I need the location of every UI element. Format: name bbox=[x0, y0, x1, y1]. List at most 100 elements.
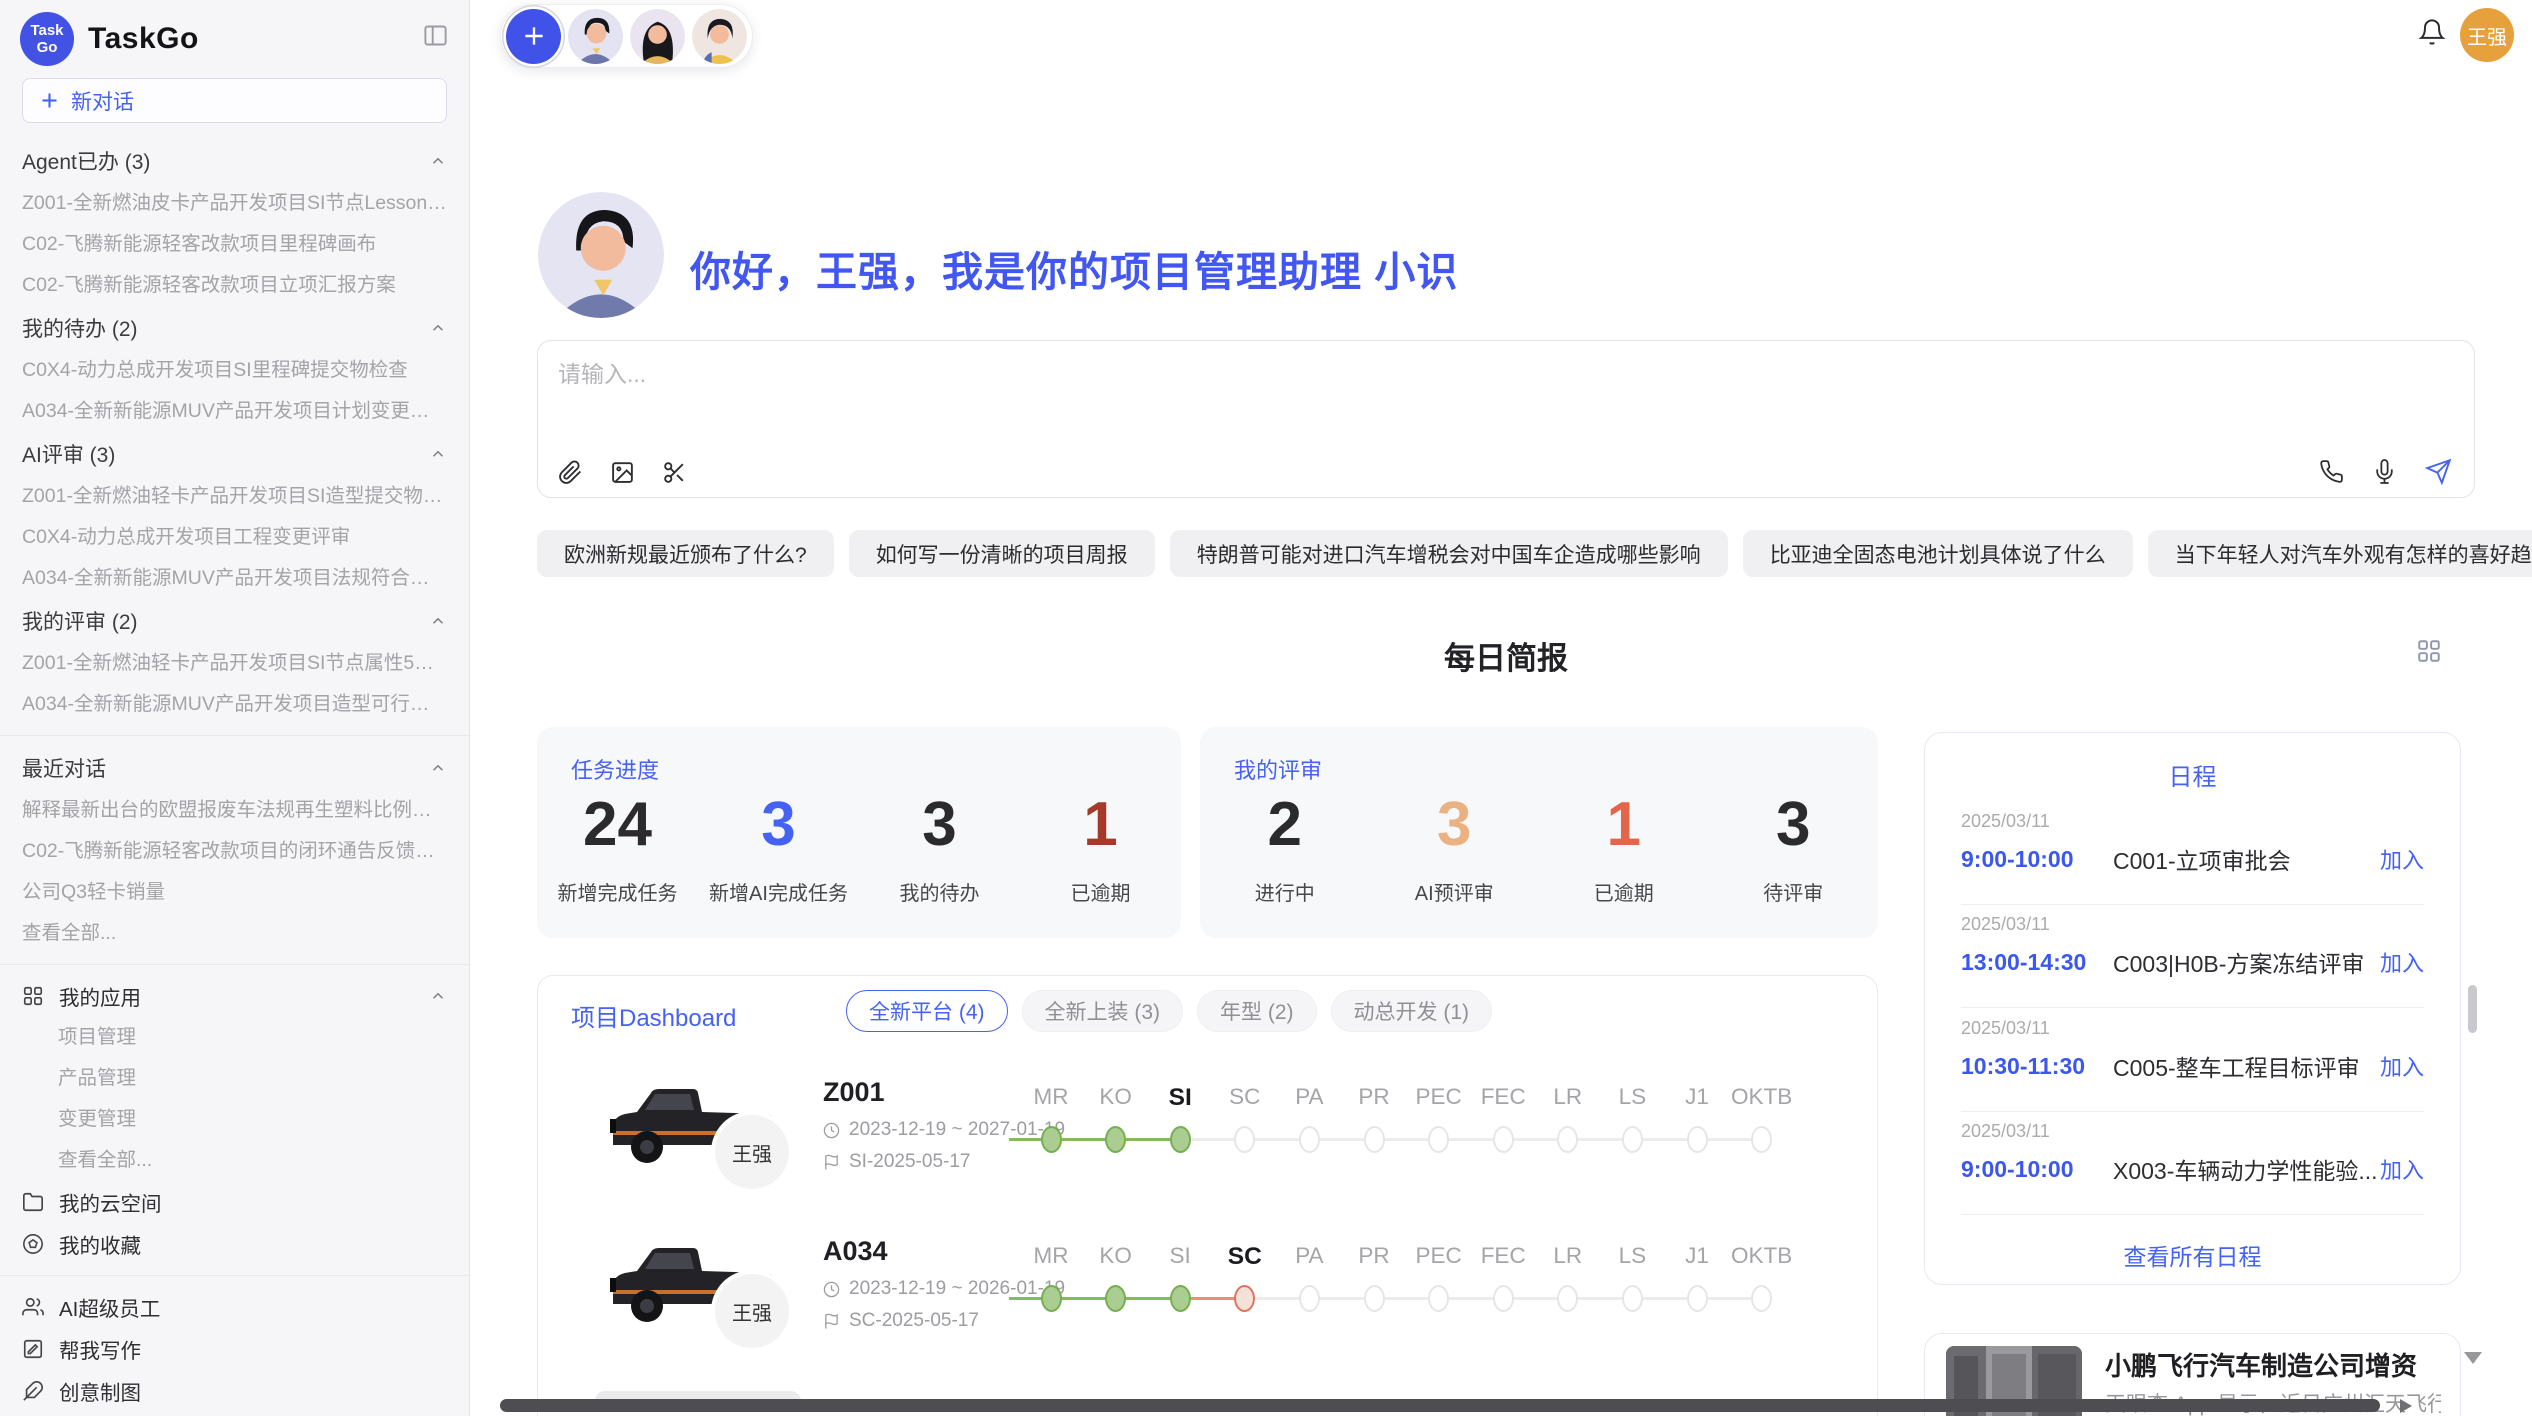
section-my-todo[interactable]: 我的待办 (2) bbox=[0, 306, 469, 350]
list-item[interactable]: 公司Q3轻卡销量 bbox=[0, 872, 469, 913]
sidebar-item-ai-super-staff[interactable]: AI超级员工 bbox=[0, 1286, 469, 1328]
add-agent-button[interactable] bbox=[506, 9, 561, 64]
view-all-chats-link[interactable]: 查看全部... bbox=[0, 913, 469, 954]
new-chat-button[interactable]: 新对话 bbox=[22, 78, 447, 123]
view-all-apps-link[interactable]: 查看全部... bbox=[0, 1140, 469, 1181]
suggestion-chip[interactable]: 特朗普可能对进口汽车增税会对中国车企造成哪些影响 bbox=[1170, 530, 1728, 577]
tab-powertrain[interactable]: 动总开发 (1) bbox=[1331, 990, 1493, 1032]
milestone-dot[interactable] bbox=[1105, 1126, 1126, 1153]
main-area: 王强 你好，王强，我是你的项目管理助理 小识 欧洲新规最近颁布了什么? 如何写一… bbox=[470, 0, 2532, 1416]
join-link[interactable]: 加入 bbox=[2380, 1050, 2424, 1082]
microphone-icon[interactable] bbox=[2372, 459, 2397, 484]
divider bbox=[1961, 904, 2424, 905]
horizontal-scrollbar-thumb[interactable] bbox=[500, 1399, 2380, 1412]
user-avatar[interactable]: 王强 bbox=[2460, 8, 2514, 62]
suggestion-chip[interactable]: 欧洲新规最近颁布了什么? bbox=[537, 530, 834, 577]
milestone-dot[interactable] bbox=[1493, 1126, 1514, 1153]
vertical-scrollbar-thumb[interactable] bbox=[2468, 985, 2477, 1033]
list-item[interactable]: Z001-全新燃油轻卡产品开发项目SI造型提交物评审 bbox=[0, 476, 469, 517]
sidebar-item-help-me-write[interactable]: 帮我写作 bbox=[0, 1328, 469, 1370]
list-item[interactable]: C02-飞腾新能源轻客改款项目的闭环通告反馈情况 bbox=[0, 831, 469, 872]
sidebar-item-label: 我的收藏 bbox=[59, 1229, 447, 1259]
chevron-up-icon[interactable] bbox=[429, 319, 447, 337]
sidebar-item-change-mgmt[interactable]: 变更管理 bbox=[0, 1099, 469, 1140]
sidebar-item-favorites[interactable]: 我的收藏 bbox=[0, 1223, 469, 1265]
view-all-schedule-link[interactable]: 查看所有日程 bbox=[1925, 1238, 2460, 1272]
sidebar-item-project-mgmt[interactable]: 项目管理 bbox=[0, 1017, 469, 1058]
chat-input[interactable] bbox=[558, 355, 2258, 435]
project-code[interactable]: A034 bbox=[823, 1236, 888, 1267]
suggestion-chip[interactable]: 当下年轻人对汽车外观有怎样的喜好趋势 bbox=[2148, 530, 2532, 577]
milestone-dot[interactable] bbox=[1751, 1285, 1772, 1312]
collapse-sidebar-icon[interactable] bbox=[422, 22, 449, 49]
list-item[interactable]: C0X4-动力总成开发项目SI里程碑提交物检查 bbox=[0, 350, 469, 391]
list-item[interactable]: C0X4-动力总成开发项目工程变更评审 bbox=[0, 517, 469, 558]
chevron-up-icon[interactable] bbox=[429, 759, 447, 777]
list-item[interactable]: 解释最新出台的欧盟报废车法规再生塑料比例被调至15%... bbox=[0, 790, 469, 831]
chevron-up-icon[interactable] bbox=[429, 987, 447, 1005]
milestone-dot[interactable] bbox=[1622, 1126, 1643, 1153]
list-item[interactable]: C02-飞腾新能源轻客改款项目里程碑画布 bbox=[0, 224, 469, 265]
list-item[interactable]: Z001-全新燃油皮卡产品开发项目SI节点Lesson Learn报告 bbox=[0, 183, 469, 224]
milestone-dot[interactable] bbox=[1234, 1126, 1255, 1153]
milestone-dot[interactable] bbox=[1041, 1285, 1062, 1312]
paperclip-icon[interactable] bbox=[558, 460, 583, 485]
scroll-down-arrow-icon[interactable] bbox=[2464, 1352, 2482, 1364]
project-code[interactable]: Z001 bbox=[823, 1077, 885, 1108]
sidebar-item-creative-drawing[interactable]: 创意制图 bbox=[0, 1370, 469, 1412]
join-link[interactable]: 加入 bbox=[2380, 1153, 2424, 1185]
send-icon[interactable] bbox=[2425, 458, 2452, 485]
milestone-dot[interactable] bbox=[1428, 1285, 1449, 1312]
join-link[interactable]: 加入 bbox=[2380, 843, 2424, 875]
avatar[interactable] bbox=[692, 9, 747, 64]
image-icon[interactable] bbox=[610, 460, 635, 485]
section-ai-review[interactable]: AI评审 (3) bbox=[0, 432, 469, 476]
milestone-dot[interactable] bbox=[1687, 1126, 1708, 1153]
avatar[interactable] bbox=[630, 9, 685, 64]
milestone-dot[interactable] bbox=[1170, 1126, 1191, 1153]
tab-new-platform[interactable]: 全新平台 (4) bbox=[846, 990, 1008, 1032]
scroll-right-arrow-icon[interactable] bbox=[2400, 1399, 2412, 1413]
join-link[interactable]: 加入 bbox=[2380, 946, 2424, 978]
phone-icon[interactable] bbox=[2319, 459, 2344, 484]
milestone-dot[interactable] bbox=[1687, 1285, 1708, 1312]
sidebar-item-my-apps[interactable]: 我的应用 bbox=[0, 975, 469, 1017]
section-agent-done[interactable]: Agent已办 (3) bbox=[0, 139, 469, 183]
suggestion-chip[interactable]: 如何写一份清晰的项目周报 bbox=[849, 530, 1155, 577]
milestone-dot[interactable] bbox=[1428, 1126, 1449, 1153]
milestone-dot[interactable] bbox=[1234, 1285, 1255, 1312]
chevron-up-icon[interactable] bbox=[429, 445, 447, 463]
milestone-dot[interactable] bbox=[1557, 1285, 1578, 1312]
milestone-dot[interactable] bbox=[1041, 1126, 1062, 1153]
briefing-layout-icon[interactable] bbox=[2416, 638, 2442, 664]
chevron-up-icon[interactable] bbox=[429, 612, 447, 630]
milestone-dot[interactable] bbox=[1364, 1285, 1385, 1312]
sidebar-item-product-mgmt[interactable]: 产品管理 bbox=[0, 1058, 469, 1099]
notification-bell-icon[interactable] bbox=[2418, 18, 2446, 46]
list-item[interactable]: Z001-全新燃油轻卡产品开发项目SI节点属性5D文件评审 bbox=[0, 643, 469, 684]
milestone-dot[interactable] bbox=[1299, 1126, 1320, 1153]
avatar[interactable] bbox=[568, 9, 623, 64]
milestone-dot[interactable] bbox=[1299, 1285, 1320, 1312]
list-item[interactable]: A034-全新新能源MUV产品开发项目计划变更表编写 bbox=[0, 391, 469, 432]
milestone-dot[interactable] bbox=[1170, 1285, 1191, 1312]
milestone-label: SC bbox=[1210, 1243, 1280, 1273]
section-title: 我的评审 (2) bbox=[22, 606, 138, 636]
section-my-review[interactable]: 我的评审 (2) bbox=[0, 599, 469, 643]
milestone-dot[interactable] bbox=[1557, 1126, 1578, 1153]
milestone-dot[interactable] bbox=[1364, 1126, 1385, 1153]
milestone-dot[interactable] bbox=[1751, 1126, 1772, 1153]
list-item[interactable]: C02-飞腾新能源轻客改款项目立项汇报方案 bbox=[0, 265, 469, 306]
list-item[interactable]: A034-全新新能源MUV产品开发项目法规符合性评审 bbox=[0, 558, 469, 599]
list-item[interactable]: A034-全新新能源MUV产品开发项目造型可行性评审 bbox=[0, 684, 469, 725]
scissors-icon[interactable] bbox=[662, 460, 687, 485]
milestone-dot[interactable] bbox=[1493, 1285, 1514, 1312]
section-recent-chats[interactable]: 最近对话 bbox=[0, 746, 469, 790]
chevron-up-icon[interactable] bbox=[429, 152, 447, 170]
milestone-dot[interactable] bbox=[1622, 1285, 1643, 1312]
tab-model-year[interactable]: 年型 (2) bbox=[1197, 990, 1317, 1032]
milestone-dot[interactable] bbox=[1105, 1285, 1126, 1312]
sidebar-item-cloud-space[interactable]: 我的云空间 bbox=[0, 1181, 469, 1223]
tab-new-body[interactable]: 全新上装 (3) bbox=[1022, 990, 1184, 1032]
suggestion-chip[interactable]: 比亚迪全固态电池计划具体说了什么 bbox=[1743, 530, 2133, 577]
